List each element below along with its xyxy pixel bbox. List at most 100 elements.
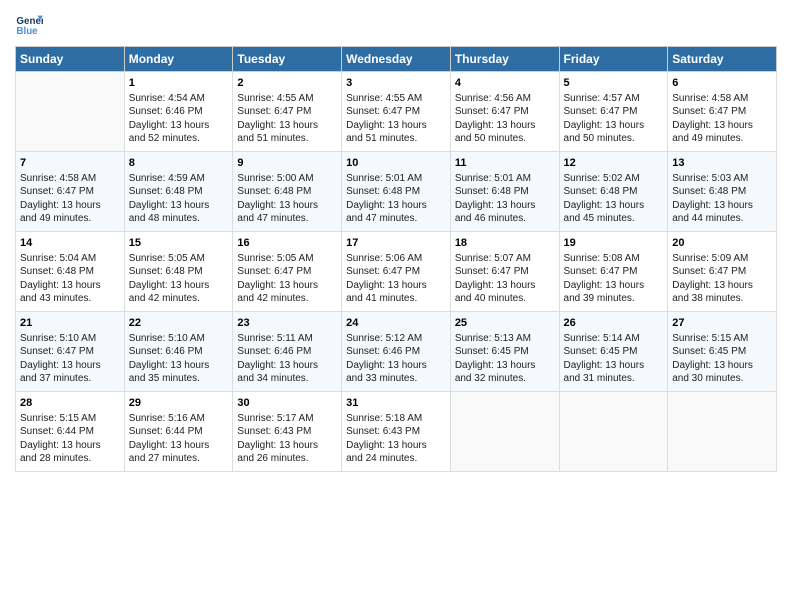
day-info: Sunrise: 4:56 AM Sunset: 6:47 PM Dayligh… [455,92,555,146]
day-cell: 24Sunrise: 5:12 AM Sunset: 6:46 PM Dayli… [342,312,451,392]
day-info: Sunrise: 5:13 AM Sunset: 6:45 PM Dayligh… [455,332,555,386]
day-number: 14 [20,236,120,251]
day-number: 17 [346,236,446,251]
day-info: Sunrise: 5:05 AM Sunset: 6:48 PM Dayligh… [129,252,229,306]
day-number: 16 [237,236,337,251]
day-cell: 20Sunrise: 5:09 AM Sunset: 6:47 PM Dayli… [668,232,777,312]
day-number: 11 [455,156,555,171]
day-info: Sunrise: 5:17 AM Sunset: 6:43 PM Dayligh… [237,412,337,466]
day-info: Sunrise: 4:55 AM Sunset: 6:47 PM Dayligh… [237,92,337,146]
day-cell: 1Sunrise: 4:54 AM Sunset: 6:46 PM Daylig… [124,72,233,152]
day-number: 15 [129,236,229,251]
day-cell: 11Sunrise: 5:01 AM Sunset: 6:48 PM Dayli… [450,152,559,232]
day-cell: 15Sunrise: 5:05 AM Sunset: 6:48 PM Dayli… [124,232,233,312]
day-info: Sunrise: 5:09 AM Sunset: 6:47 PM Dayligh… [672,252,772,306]
day-number: 27 [672,316,772,331]
day-cell: 7Sunrise: 4:58 AM Sunset: 6:47 PM Daylig… [16,152,125,232]
day-cell: 19Sunrise: 5:08 AM Sunset: 6:47 PM Dayli… [559,232,668,312]
week-row-5: 28Sunrise: 5:15 AM Sunset: 6:44 PM Dayli… [16,392,777,472]
day-number: 24 [346,316,446,331]
day-cell: 6Sunrise: 4:58 AM Sunset: 6:47 PM Daylig… [668,72,777,152]
weekday-header-row: SundayMondayTuesdayWednesdayThursdayFrid… [16,47,777,72]
header-row: General Blue [15,10,777,38]
day-cell: 31Sunrise: 5:18 AM Sunset: 6:43 PM Dayli… [342,392,451,472]
weekday-header-monday: Monday [124,47,233,72]
weekday-header-wednesday: Wednesday [342,47,451,72]
day-cell: 17Sunrise: 5:06 AM Sunset: 6:47 PM Dayli… [342,232,451,312]
day-info: Sunrise: 4:54 AM Sunset: 6:46 PM Dayligh… [129,92,229,146]
day-info: Sunrise: 4:58 AM Sunset: 6:47 PM Dayligh… [672,92,772,146]
day-info: Sunrise: 5:07 AM Sunset: 6:47 PM Dayligh… [455,252,555,306]
day-cell: 29Sunrise: 5:16 AM Sunset: 6:44 PM Dayli… [124,392,233,472]
day-cell: 8Sunrise: 4:59 AM Sunset: 6:48 PM Daylig… [124,152,233,232]
day-number: 29 [129,396,229,411]
day-info: Sunrise: 5:16 AM Sunset: 6:44 PM Dayligh… [129,412,229,466]
day-info: Sunrise: 5:01 AM Sunset: 6:48 PM Dayligh… [455,172,555,226]
day-cell: 28Sunrise: 5:15 AM Sunset: 6:44 PM Dayli… [16,392,125,472]
day-cell: 18Sunrise: 5:07 AM Sunset: 6:47 PM Dayli… [450,232,559,312]
week-row-3: 14Sunrise: 5:04 AM Sunset: 6:48 PM Dayli… [16,232,777,312]
day-info: Sunrise: 5:02 AM Sunset: 6:48 PM Dayligh… [564,172,664,226]
day-number: 6 [672,76,772,91]
day-cell: 10Sunrise: 5:01 AM Sunset: 6:48 PM Dayli… [342,152,451,232]
day-info: Sunrise: 5:15 AM Sunset: 6:44 PM Dayligh… [20,412,120,466]
day-info: Sunrise: 5:10 AM Sunset: 6:47 PM Dayligh… [20,332,120,386]
day-number: 21 [20,316,120,331]
day-cell: 25Sunrise: 5:13 AM Sunset: 6:45 PM Dayli… [450,312,559,392]
day-cell: 26Sunrise: 5:14 AM Sunset: 6:45 PM Dayli… [559,312,668,392]
day-cell: 16Sunrise: 5:05 AM Sunset: 6:47 PM Dayli… [233,232,342,312]
day-number: 5 [564,76,664,91]
day-cell: 9Sunrise: 5:00 AM Sunset: 6:48 PM Daylig… [233,152,342,232]
svg-text:Blue: Blue [16,26,38,37]
day-number: 3 [346,76,446,91]
day-info: Sunrise: 5:10 AM Sunset: 6:46 PM Dayligh… [129,332,229,386]
week-row-2: 7Sunrise: 4:58 AM Sunset: 6:47 PM Daylig… [16,152,777,232]
day-cell: 13Sunrise: 5:03 AM Sunset: 6:48 PM Dayli… [668,152,777,232]
weekday-header-saturday: Saturday [668,47,777,72]
day-number: 1 [129,76,229,91]
day-number: 23 [237,316,337,331]
day-number: 18 [455,236,555,251]
day-info: Sunrise: 5:12 AM Sunset: 6:46 PM Dayligh… [346,332,446,386]
weekday-header-thursday: Thursday [450,47,559,72]
day-info: Sunrise: 5:05 AM Sunset: 6:47 PM Dayligh… [237,252,337,306]
day-info: Sunrise: 5:18 AM Sunset: 6:43 PM Dayligh… [346,412,446,466]
day-number: 13 [672,156,772,171]
day-info: Sunrise: 5:15 AM Sunset: 6:45 PM Dayligh… [672,332,772,386]
week-row-1: 1Sunrise: 4:54 AM Sunset: 6:46 PM Daylig… [16,72,777,152]
day-number: 22 [129,316,229,331]
day-info: Sunrise: 4:57 AM Sunset: 6:47 PM Dayligh… [564,92,664,146]
day-number: 2 [237,76,337,91]
day-cell [450,392,559,472]
day-info: Sunrise: 4:58 AM Sunset: 6:47 PM Dayligh… [20,172,120,226]
day-cell: 22Sunrise: 5:10 AM Sunset: 6:46 PM Dayli… [124,312,233,392]
day-cell: 14Sunrise: 5:04 AM Sunset: 6:48 PM Dayli… [16,232,125,312]
day-number: 9 [237,156,337,171]
day-number: 12 [564,156,664,171]
day-info: Sunrise: 5:06 AM Sunset: 6:47 PM Dayligh… [346,252,446,306]
day-cell: 21Sunrise: 5:10 AM Sunset: 6:47 PM Dayli… [16,312,125,392]
weekday-header-tuesday: Tuesday [233,47,342,72]
day-cell: 27Sunrise: 5:15 AM Sunset: 6:45 PM Dayli… [668,312,777,392]
day-cell [559,392,668,472]
day-info: Sunrise: 5:08 AM Sunset: 6:47 PM Dayligh… [564,252,664,306]
day-cell: 12Sunrise: 5:02 AM Sunset: 6:48 PM Dayli… [559,152,668,232]
weekday-header-friday: Friday [559,47,668,72]
day-info: Sunrise: 5:00 AM Sunset: 6:48 PM Dayligh… [237,172,337,226]
day-info: Sunrise: 5:14 AM Sunset: 6:45 PM Dayligh… [564,332,664,386]
day-number: 19 [564,236,664,251]
day-number: 20 [672,236,772,251]
day-cell: 23Sunrise: 5:11 AM Sunset: 6:46 PM Dayli… [233,312,342,392]
day-number: 4 [455,76,555,91]
day-number: 30 [237,396,337,411]
day-number: 28 [20,396,120,411]
day-number: 31 [346,396,446,411]
day-info: Sunrise: 5:04 AM Sunset: 6:48 PM Dayligh… [20,252,120,306]
day-info: Sunrise: 5:11 AM Sunset: 6:46 PM Dayligh… [237,332,337,386]
day-cell: 4Sunrise: 4:56 AM Sunset: 6:47 PM Daylig… [450,72,559,152]
logo: General Blue [15,10,47,38]
day-number: 7 [20,156,120,171]
calendar-table: SundayMondayTuesdayWednesdayThursdayFrid… [15,46,777,472]
day-cell: 30Sunrise: 5:17 AM Sunset: 6:43 PM Dayli… [233,392,342,472]
day-number: 10 [346,156,446,171]
